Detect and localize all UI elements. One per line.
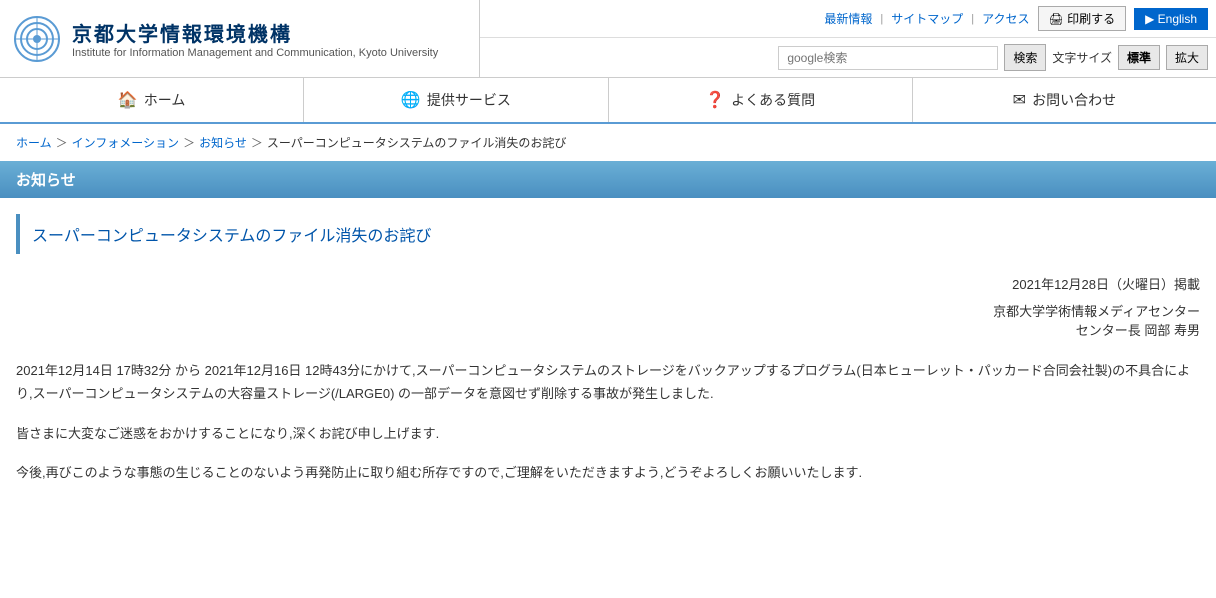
logo-area: 京都大学情報環境機構 Institute for Information Man… bbox=[0, 0, 480, 77]
article-author-name: センター長 岡部 寿男 bbox=[16, 320, 1200, 339]
article-body1: 2021年12月14日 17時32分 から 2021年12月16日 12時43分… bbox=[16, 359, 1200, 406]
nav-faq-label: よくある質問 bbox=[731, 90, 815, 110]
nav-faq[interactable]: ❓ よくある質問 bbox=[609, 78, 913, 122]
access-link[interactable]: アクセス bbox=[982, 10, 1029, 27]
section-title-bar: お知らせ bbox=[0, 161, 1216, 198]
search-input[interactable] bbox=[778, 46, 998, 70]
nav-contact[interactable]: ✉ お問い合わせ bbox=[913, 78, 1216, 122]
breadcrumb-current: スーパーコンピュータシステムのファイル消失のお詫び bbox=[267, 134, 567, 151]
article-body2: 皆さまに大変なご迷惑をおかけすることになり,深くお詫び申し上げます. bbox=[16, 422, 1200, 445]
search-button[interactable]: 検索 bbox=[1004, 44, 1046, 71]
english-button[interactable]: ▶ English bbox=[1134, 8, 1208, 30]
sitemap-link[interactable]: サイトマップ bbox=[891, 10, 963, 27]
latest-info-link[interactable]: 最新情報 bbox=[824, 10, 872, 27]
fontsize-large-button[interactable]: 拡大 bbox=[1166, 45, 1208, 70]
breadcrumb-sep2: ＞ bbox=[183, 134, 195, 151]
nav-home-label: ホーム bbox=[144, 90, 186, 110]
mail-icon: ✉ bbox=[1013, 90, 1026, 110]
content-area: 2021年12月28日（火曜日）掲載 京都大学学術情報メディアセンター センター… bbox=[0, 274, 1216, 485]
logo-main-text: 京都大学情報環境機構 bbox=[72, 18, 438, 47]
nav-home[interactable]: 🏠 ホーム bbox=[0, 78, 304, 122]
header-bottom-row: 検索 文字サイズ 標準 拡大 bbox=[480, 38, 1216, 77]
breadcrumb-sep3: ＞ bbox=[251, 134, 263, 151]
sep2: | bbox=[971, 13, 974, 25]
nav-services[interactable]: 🌐 提供サービス bbox=[304, 78, 608, 122]
article-author-org: 京都大学学術情報メディアセンター bbox=[16, 301, 1200, 320]
breadcrumb-sep1: ＞ bbox=[56, 134, 68, 151]
breadcrumb-home[interactable]: ホーム bbox=[16, 134, 52, 151]
logo-icon bbox=[12, 14, 62, 64]
logo-text: 京都大学情報環境機構 Institute for Information Man… bbox=[72, 18, 438, 59]
fontsize-standard-button[interactable]: 標準 bbox=[1118, 45, 1160, 70]
print-button[interactable]: 🖨 印刷する bbox=[1038, 6, 1127, 31]
article-author: 京都大学学術情報メディアセンター センター長 岡部 寿男 bbox=[16, 301, 1200, 339]
site-header: 京都大学情報環境機構 Institute for Information Man… bbox=[0, 0, 1216, 78]
header-right: 最新情報 | サイトマップ | アクセス 🖨 印刷する ▶ English 検索… bbox=[480, 0, 1216, 77]
logo-sub-text: Institute for Information Management and… bbox=[72, 47, 438, 59]
globe-icon: 🌐 bbox=[401, 90, 421, 110]
navigation-bar: 🏠 ホーム 🌐 提供サービス ❓ よくある質問 ✉ お問い合わせ bbox=[0, 78, 1216, 124]
article-date: 2021年12月28日（火曜日）掲載 bbox=[16, 274, 1200, 293]
nav-contact-label: お問い合わせ bbox=[1032, 90, 1116, 110]
breadcrumb-notice[interactable]: お知らせ bbox=[199, 134, 247, 151]
home-icon: 🏠 bbox=[118, 90, 138, 110]
question-icon: ❓ bbox=[705, 90, 725, 110]
nav-services-label: 提供サービス bbox=[427, 90, 511, 110]
breadcrumb-infomation[interactable]: インフォメーション bbox=[72, 134, 179, 151]
article-title: スーパーコンピュータシステムのファイル消失のお詫び bbox=[16, 214, 1200, 254]
header-top-row: 最新情報 | サイトマップ | アクセス 🖨 印刷する ▶ English bbox=[480, 0, 1216, 38]
section-title-text: お知らせ bbox=[16, 172, 76, 189]
breadcrumb: ホーム ＞ インフォメーション ＞ お知らせ ＞ スーパーコンピュータシステムの… bbox=[0, 124, 1216, 161]
article-body3: 今後,再びこのような事態の生じることのないよう再発防止に取り組む所存ですので,ご… bbox=[16, 461, 1200, 484]
fontsize-label: 文字サイズ bbox=[1052, 49, 1112, 66]
article-title-text: スーパーコンピュータシステムのファイル消失のお詫び bbox=[32, 228, 431, 245]
sep1: | bbox=[880, 13, 883, 25]
